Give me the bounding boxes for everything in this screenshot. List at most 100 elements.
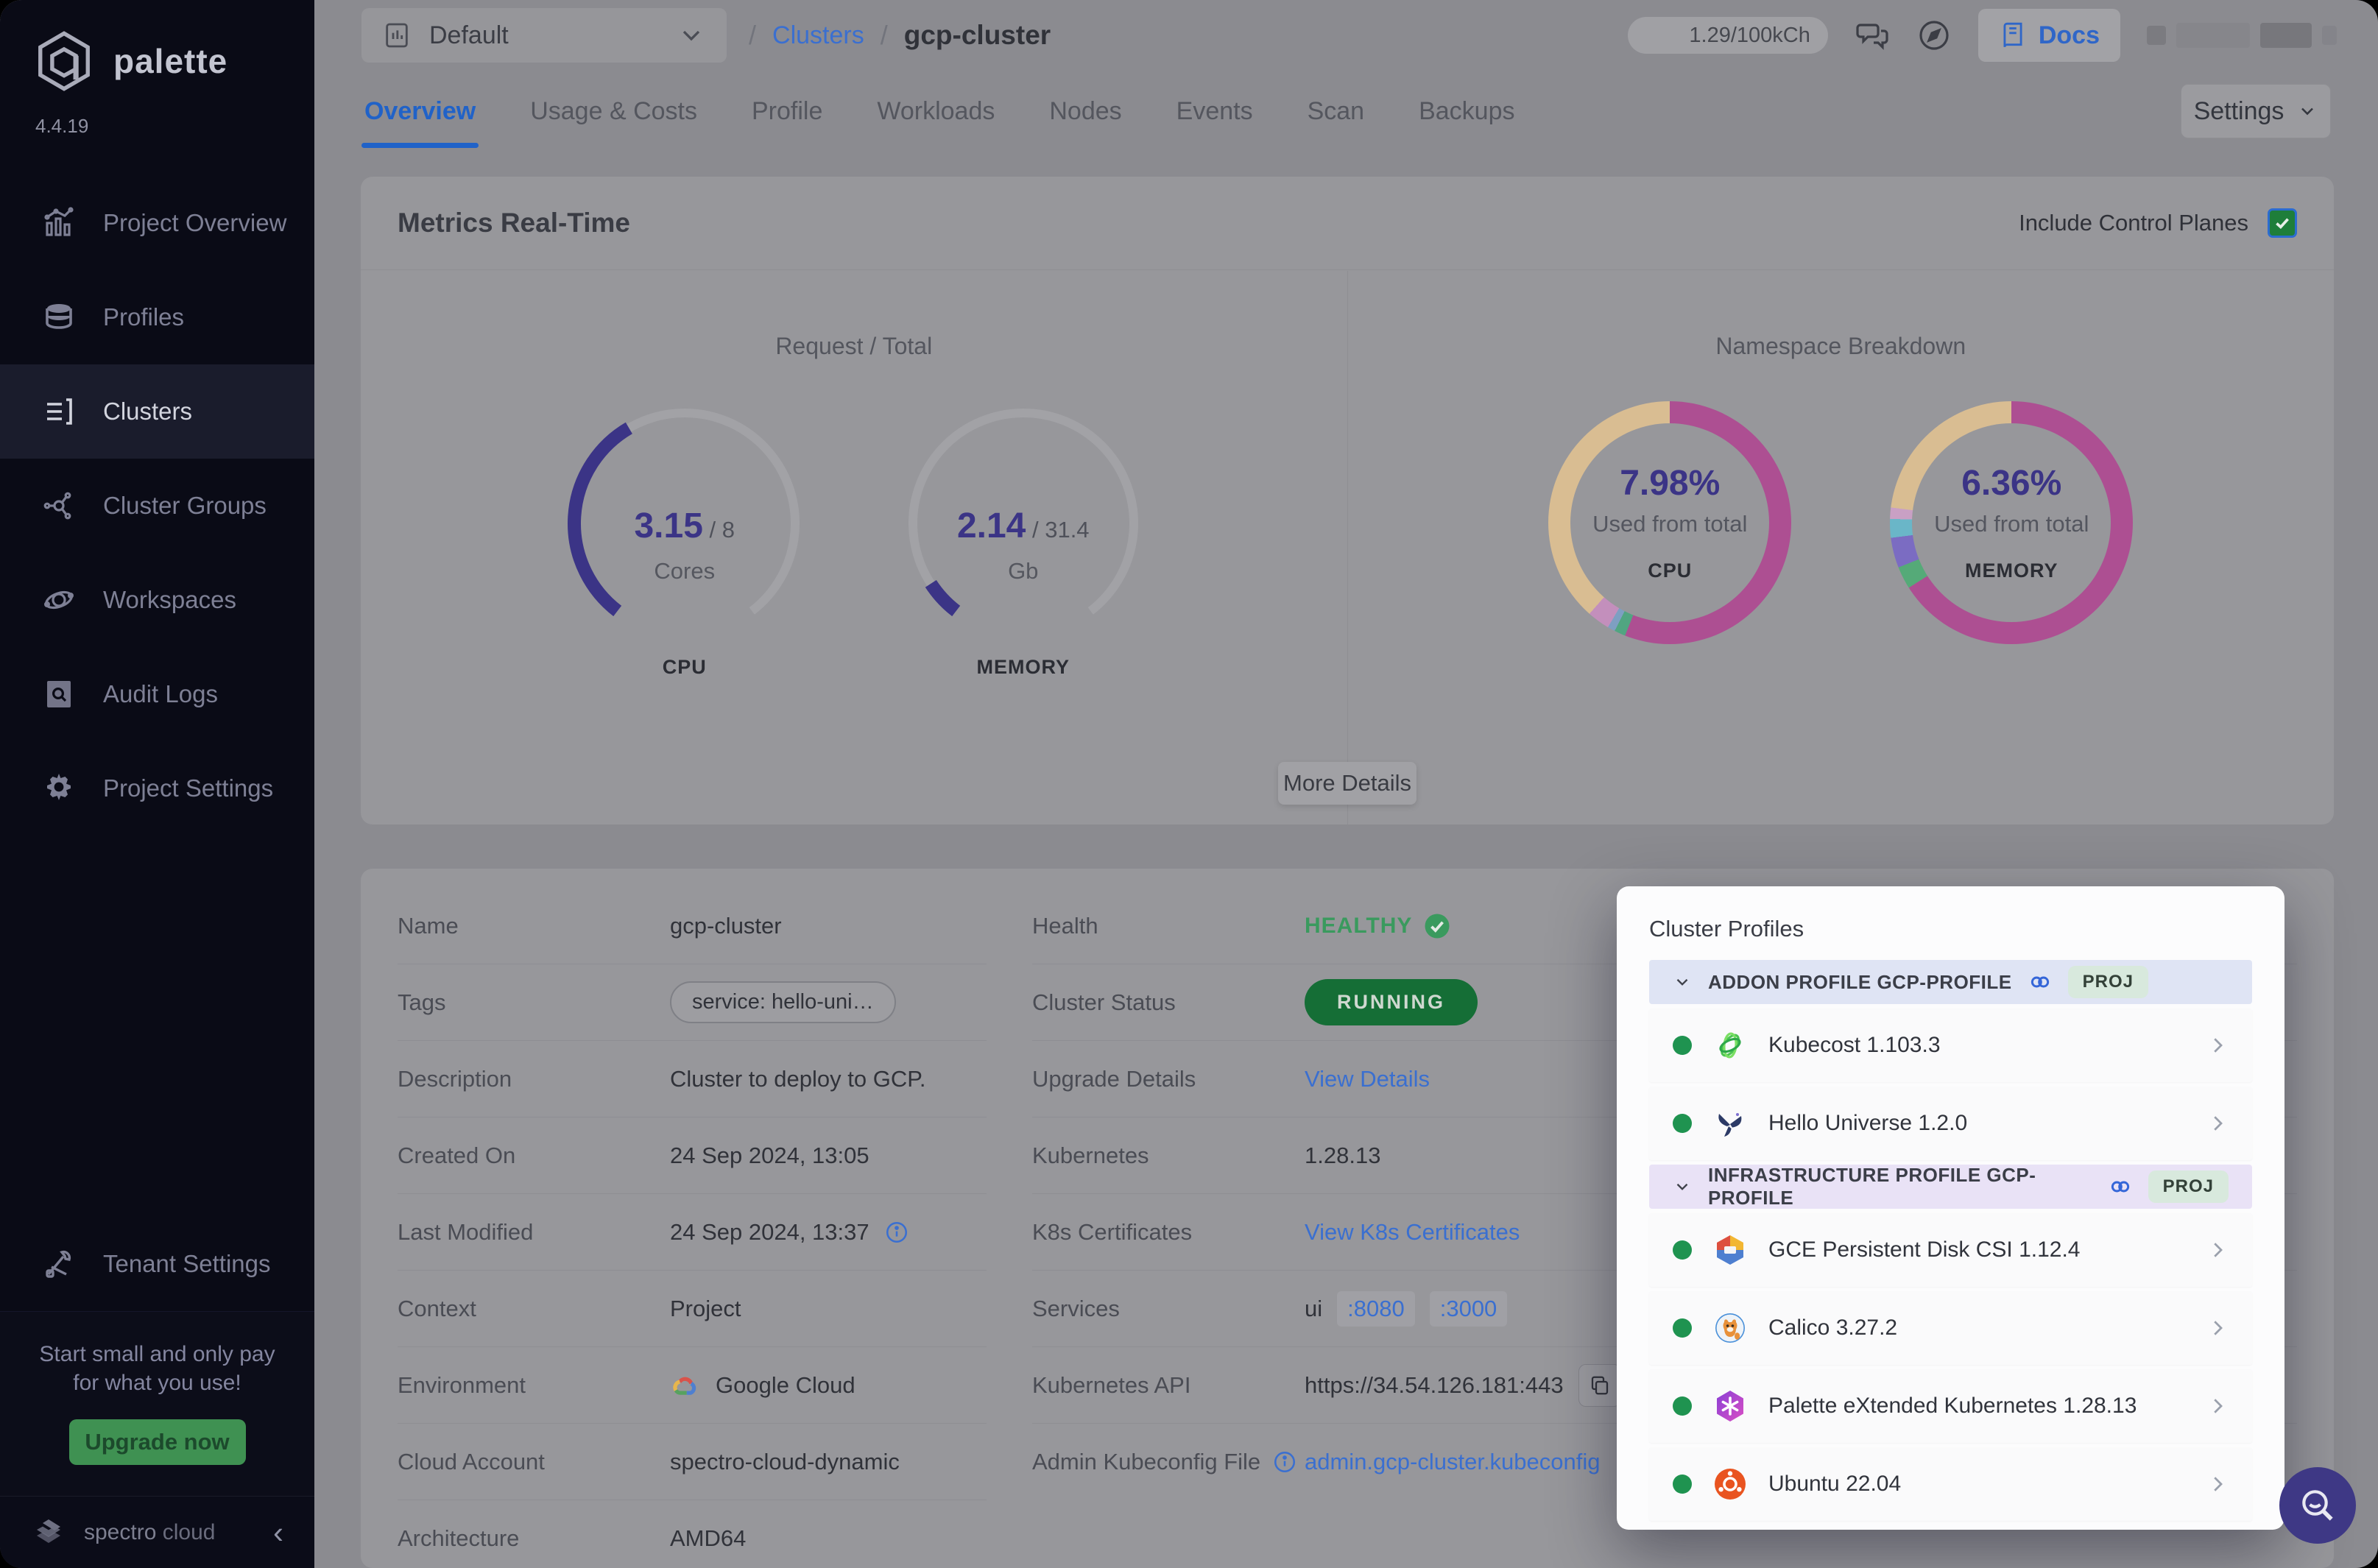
cpu-donut: 7.98% Used from total CPU bbox=[1548, 401, 1792, 644]
assistant-search-button[interactable] bbox=[2279, 1467, 2356, 1544]
tab-events[interactable]: Events bbox=[1174, 75, 1256, 148]
profile-item-calico[interactable]: Calico 3.27.2 bbox=[1649, 1291, 2252, 1365]
top-bar: Default / Clusters / gcp-cluster 1.29/10… bbox=[314, 0, 2378, 71]
copy-icon[interactable] bbox=[1578, 1363, 1621, 1407]
network-icon bbox=[43, 492, 71, 520]
layers-icon bbox=[46, 304, 72, 329]
chart-icon bbox=[44, 207, 74, 236]
tab-workloads[interactable]: Workloads bbox=[874, 75, 998, 148]
calico-icon bbox=[1712, 1310, 1748, 1346]
check-circle-icon bbox=[1425, 914, 1450, 938]
chat-icon[interactable] bbox=[1855, 18, 1890, 53]
chevron-down-icon bbox=[2301, 107, 2314, 116]
profile-item-ubuntu[interactable]: Ubuntu 22.04 bbox=[1649, 1447, 2252, 1521]
sidebar-item-workspaces[interactable]: Workspaces bbox=[0, 553, 314, 647]
tab-usage-costs[interactable]: Usage & Costs bbox=[527, 75, 700, 148]
chevron-right-icon bbox=[2206, 1473, 2229, 1495]
health-status: HEALTHY bbox=[1305, 913, 1450, 939]
pxk-icon bbox=[1712, 1388, 1748, 1424]
settings-button[interactable]: Settings bbox=[2181, 84, 2331, 138]
infrastructure-profile-header[interactable]: INFRASTRUCTURE PROFILE GCP-PROFILE PROJ bbox=[1649, 1164, 2252, 1209]
cpu-gauge-label: CPU bbox=[662, 656, 707, 678]
book-icon bbox=[2003, 22, 2022, 48]
profile-link-icon[interactable] bbox=[2028, 970, 2052, 994]
top-right-actions: 1.29/100kCh Docs bbox=[1627, 9, 2378, 62]
more-details-button[interactable]: More Details bbox=[1278, 762, 1416, 805]
namespace-breakdown-title: Namespace Breakdown bbox=[1715, 333, 1966, 359]
tab-backups[interactable]: Backups bbox=[1416, 75, 1517, 148]
sidebar-item-label: Project Overview bbox=[103, 209, 287, 236]
tabs-row: Overview Usage & Costs Profile Workloads… bbox=[314, 71, 2378, 152]
proj-badge: PROJ bbox=[2067, 966, 2148, 998]
upgrade-promo: Start small and only pay for what you us… bbox=[0, 1311, 314, 1496]
tab-profile[interactable]: Profile bbox=[749, 75, 825, 148]
redacted-user-info bbox=[2147, 23, 2337, 48]
collapse-sidebar-icon[interactable]: ‹ bbox=[273, 1516, 283, 1548]
docs-label: Docs bbox=[2038, 21, 2100, 49]
compass-icon[interactable] bbox=[1916, 18, 1952, 53]
chevron-right-icon bbox=[2206, 1317, 2229, 1339]
detail-row-description: Description Cluster to deploy to GCP. bbox=[398, 1041, 987, 1117]
breadcrumb: / Clusters / gcp-cluster bbox=[749, 20, 1051, 50]
sidebar-item-project-overview[interactable]: Project Overview bbox=[0, 176, 314, 270]
tab-nodes[interactable]: Nodes bbox=[1046, 75, 1124, 148]
sidebar-item-audit-logs[interactable]: Audit Logs bbox=[0, 647, 314, 741]
details-left-column: Name gcp-cluster Tags service: hello-uni… bbox=[398, 888, 987, 1551]
profile-item-palette-extended-kubernetes[interactable]: Palette eXtended Kubernetes 1.28.13 bbox=[1649, 1369, 2252, 1443]
profile-item-gce-disk-csi[interactable]: GCE Persistent Disk CSI 1.12.4 bbox=[1649, 1213, 2252, 1287]
ubuntu-icon bbox=[1712, 1466, 1748, 1502]
orbit-icon bbox=[43, 590, 74, 610]
promo-text-line2: for what you use! bbox=[73, 1371, 241, 1395]
memory-gauge-label: MEMORY bbox=[976, 656, 1070, 678]
hello-universe-icon bbox=[1712, 1106, 1748, 1141]
profile-link-icon[interactable] bbox=[2109, 1175, 2132, 1198]
sidebar-item-label: Project Settings bbox=[103, 774, 274, 802]
tab-overview[interactable]: Overview bbox=[361, 75, 479, 148]
status-dot bbox=[1673, 1036, 1692, 1055]
view-details-link[interactable]: View Details bbox=[1305, 1066, 1430, 1092]
spectro-cloud-logo-icon bbox=[37, 1519, 60, 1543]
profile-item-hello-universe[interactable]: Hello Universe 1.2.0 bbox=[1649, 1087, 2252, 1160]
status-dot bbox=[1673, 1114, 1692, 1133]
tab-scan[interactable]: Scan bbox=[1305, 75, 1368, 148]
sidebar-item-label: Cluster Groups bbox=[103, 492, 267, 519]
palette-logo-icon bbox=[38, 31, 90, 91]
memory-gauge: 2.14 / 31.4 Gb MEMORY bbox=[898, 398, 1149, 679]
chevron-down-icon bbox=[682, 30, 700, 41]
sidebar-item-profiles[interactable]: Profiles bbox=[0, 270, 314, 364]
metrics-charts: Request / Total 3.15 / 8 Cores CPU 2.14 bbox=[361, 271, 2334, 824]
detail-row-cloud-account: Cloud Account spectro-cloud-dynamic bbox=[398, 1424, 987, 1500]
sidebar: palette 4.4.19 Project Overview Profiles… bbox=[0, 0, 314, 1568]
breadcrumb-clusters-link[interactable]: Clusters bbox=[772, 21, 864, 50]
sidebar-item-project-settings[interactable]: Project Settings bbox=[0, 741, 314, 836]
project-selector[interactable]: Default bbox=[361, 8, 727, 63]
tabs: Overview Usage & Costs Profile Workloads… bbox=[361, 75, 1518, 148]
docs-button[interactable]: Docs bbox=[1977, 9, 2120, 62]
detail-row-last-modified: Last Modified 24 Sep 2024, 13:37 bbox=[398, 1194, 987, 1271]
upgrade-now-button[interactable]: Upgrade now bbox=[68, 1419, 246, 1465]
profile-item-kubecost[interactable]: Kubecost 1.103.3 bbox=[1649, 1009, 2252, 1082]
addon-profile-header[interactable]: ADDON PROFILE GCP-PROFILE PROJ bbox=[1649, 960, 2252, 1004]
cluster-profiles-title: Cluster Profiles bbox=[1649, 916, 1804, 942]
app-window: palette 4.4.19 Project Overview Profiles… bbox=[0, 0, 2378, 1568]
sidebar-item-cluster-groups[interactable]: Cluster Groups bbox=[0, 459, 314, 553]
brand-name: palette bbox=[113, 42, 228, 80]
request-total-section: Request / Total 3.15 / 8 Cores CPU 2.14 bbox=[361, 271, 1348, 824]
view-k8s-certificates-link[interactable]: View K8s Certificates bbox=[1305, 1219, 1520, 1246]
gear-icon bbox=[47, 774, 71, 800]
project-selector-value: Default bbox=[429, 21, 509, 49]
sidebar-item-tenant-settings[interactable]: Tenant Settings bbox=[0, 1217, 314, 1311]
service-port-3000-link[interactable]: :3000 bbox=[1429, 1290, 1508, 1327]
include-control-planes-checkbox[interactable] bbox=[2268, 208, 2297, 238]
metrics-title: Metrics Real-Time bbox=[398, 208, 630, 238]
sidebar-item-clusters[interactable]: Clusters bbox=[0, 364, 314, 459]
info-icon[interactable] bbox=[884, 1220, 909, 1245]
detail-row-name: Name gcp-cluster bbox=[398, 888, 987, 964]
detail-row-architecture: Architecture AMD64 bbox=[398, 1525, 747, 1551]
cluster-profiles-panel: Cluster Profiles ADDON PROFILE GCP-PROFI… bbox=[1617, 886, 2284, 1530]
tools-icon bbox=[46, 1250, 71, 1278]
kubeconfig-file-link[interactable]: admin.gcp-cluster.kubeconfig bbox=[1305, 1449, 1601, 1475]
chevron-down-icon bbox=[1676, 1183, 1688, 1190]
service-port-8080-link[interactable]: :8080 bbox=[1337, 1290, 1415, 1327]
info-icon[interactable] bbox=[1272, 1449, 1297, 1475]
